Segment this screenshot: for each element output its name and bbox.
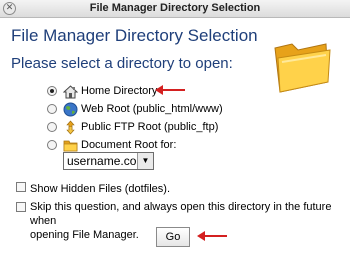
- web-root-label: Web Root (public_html/www): [81, 103, 223, 115]
- go-button[interactable]: Go: [156, 227, 190, 247]
- skip-question-label: Skip this question, and always open this…: [30, 200, 350, 242]
- option-public-ftp-root[interactable]: Public FTP Root (public_ftp): [47, 118, 218, 136]
- home-directory-radio[interactable]: [47, 86, 57, 96]
- skip-question-line1: Skip this question, and always open this…: [30, 201, 332, 227]
- dialog-prompt: Please select a directory to open:: [11, 55, 233, 72]
- dialog-body: File Manager Directory Selection Please …: [0, 18, 350, 258]
- skip-question-checkbox[interactable]: [16, 202, 26, 212]
- web-root-radio[interactable]: [47, 104, 57, 114]
- show-hidden-files-row[interactable]: Show Hidden Files (dotfiles).: [16, 182, 170, 196]
- show-hidden-files-checkbox[interactable]: [16, 182, 26, 192]
- document-root-label: Document Root for:: [81, 139, 177, 151]
- large-folder-icon: [274, 43, 331, 93]
- ftp-icon: [66, 120, 75, 134]
- house-icon: [63, 84, 78, 98]
- red-arrow-icon: [155, 85, 185, 95]
- option-home-directory[interactable]: Home Directory: [47, 82, 157, 100]
- home-directory-label: Home Directory: [81, 85, 158, 97]
- document-root-radio[interactable]: [47, 140, 57, 150]
- window-titlebar: ✕ File Manager Directory Selection: [0, 0, 350, 18]
- domain-select-value: username.com: [67, 154, 147, 168]
- chevron-down-icon[interactable]: ▼: [137, 153, 153, 169]
- public-ftp-root-label: Public FTP Root (public_ftp): [81, 121, 219, 133]
- option-web-root[interactable]: Web Root (public_html/www): [47, 100, 223, 118]
- window-title: File Manager Directory Selection: [89, 2, 261, 14]
- show-hidden-files-label: Show Hidden Files (dotfiles).: [30, 183, 171, 195]
- skip-question-line2: opening File Manager.: [30, 229, 139, 241]
- folder-icon: [63, 140, 78, 151]
- globe-icon: [63, 102, 78, 116]
- public-ftp-root-radio[interactable]: [47, 122, 57, 132]
- dialog-heading: File Manager Directory Selection: [11, 26, 258, 45]
- domain-select[interactable]: username.com ▼: [63, 152, 154, 170]
